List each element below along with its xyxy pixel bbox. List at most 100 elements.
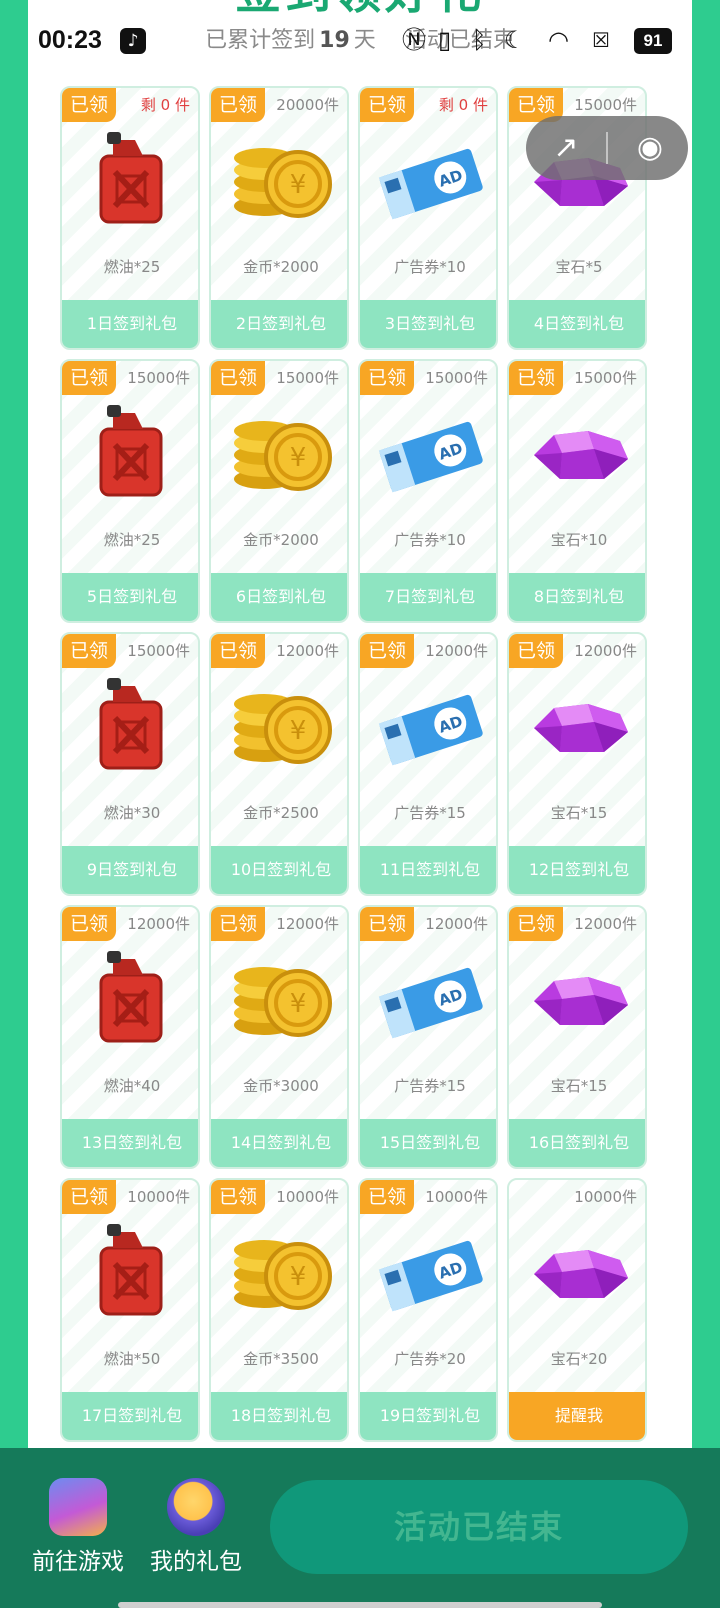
stock-count: 12000件 <box>127 915 190 933</box>
claimed-badge: 已领 <box>62 88 116 122</box>
reward-item-name: 广告券*20 <box>394 1350 466 1368</box>
claimed-badge: 已领 <box>211 634 265 668</box>
daily-gift-label: 2日签到礼包 <box>211 300 347 348</box>
stock-count: 10000件 <box>574 1188 637 1206</box>
stock-count: 剩 0 件 <box>438 96 488 114</box>
claimed-badge: 已领 <box>211 1180 265 1214</box>
ad-ticket-icon: AD <box>378 401 483 501</box>
daily-gift-label: 18日签到礼包 <box>211 1392 347 1440</box>
stock-count: 15000件 <box>574 369 637 387</box>
reward-card[interactable]: 已领 剩 0 件 AD 广告券*10 3日签到礼包 <box>358 86 498 350</box>
daily-gift-label: 16日签到礼包 <box>509 1119 645 1167</box>
share-icon[interactable]: ↗ <box>546 128 586 168</box>
reward-card[interactable]: 10000件 宝石*20 提醒我 <box>507 1178 647 1442</box>
reward-card[interactable]: 已领 12000件 宝石*15 16日签到礼包 <box>507 905 647 1169</box>
daily-gift-label: 17日签到礼包 <box>62 1392 198 1440</box>
svg-text:¥: ¥ <box>290 170 307 200</box>
claimed-badge: 已领 <box>62 634 116 668</box>
reward-card[interactable]: 已领 剩 0 件 燃油*25 1日签到礼包 <box>60 86 200 350</box>
reward-card[interactable]: 已领 10000件 燃油*50 17日签到礼包 <box>60 1178 200 1442</box>
daily-gift-label: 3日签到礼包 <box>360 300 496 348</box>
fuel-can-icon <box>87 128 177 228</box>
daily-gift-label: 11日签到礼包 <box>360 846 496 894</box>
claimed-badge: 已领 <box>509 361 563 395</box>
activity-ended-button[interactable]: 活动已结束 <box>270 1480 688 1574</box>
reward-card[interactable]: 已领 20000件 ¥ 金币*2000 2日签到礼包 <box>209 86 349 350</box>
daily-gift-label: 9日签到礼包 <box>62 846 198 894</box>
claimed-badge: 已领 <box>360 1180 414 1214</box>
stock-count: 12000件 <box>276 915 339 933</box>
gold-coins-icon: ¥ <box>234 401 332 501</box>
reward-item-name: 宝石*15 <box>550 1077 608 1095</box>
reward-card[interactable]: 已领 12000件 ¥ 金币*3000 14日签到礼包 <box>209 905 349 1169</box>
claimed-badge: 已领 <box>360 634 414 668</box>
claimed-badge: 已领 <box>211 907 265 941</box>
mini-program-capsule: ↗ ◉ <box>526 116 688 180</box>
gold-coins-icon: ¥ <box>234 947 332 1047</box>
stock-count: 15000件 <box>574 96 637 114</box>
my-gifts-button[interactable]: 我的礼包 <box>146 1478 246 1576</box>
ad-ticket-icon: AD <box>378 128 483 228</box>
stock-count: 12000件 <box>574 915 637 933</box>
reward-card[interactable]: 已领 12000件 ¥ 金币*2500 10日签到礼包 <box>209 632 349 896</box>
bottom-bar: 前往游戏 我的礼包 活动已结束 <box>0 1448 720 1608</box>
reward-card[interactable]: 已领 15000件 燃油*30 9日签到礼包 <box>60 632 200 896</box>
reward-item-name: 广告券*15 <box>394 804 466 822</box>
status-time: 00:23 <box>38 26 102 54</box>
reward-item-name: 燃油*25 <box>103 531 161 549</box>
reward-card[interactable]: 已领 15000件 AD 广告券*10 7日签到礼包 <box>358 359 498 623</box>
wifi-icon: ◠ <box>548 26 569 54</box>
signin-panel: 签到领好礼 已累计签到19天 活动已结束 已领剩 0 件 燃油*251日签到礼包… <box>28 0 692 1448</box>
stock-count: 12000件 <box>425 642 488 660</box>
moon-icon: ☾ <box>504 26 526 54</box>
daily-gift-label: 15日签到礼包 <box>360 1119 496 1167</box>
stock-count: 15000件 <box>127 642 190 660</box>
daily-gift-label: 5日签到礼包 <box>62 573 198 621</box>
svg-text:¥: ¥ <box>290 1262 307 1292</box>
remind-me-button[interactable]: 提醒我 <box>509 1392 645 1440</box>
reward-item-name: 广告券*15 <box>394 1077 466 1095</box>
reward-item-name: 燃油*30 <box>103 804 161 822</box>
reward-card[interactable]: 已领 12000件 AD 广告券*15 11日签到礼包 <box>358 632 498 896</box>
fuel-can-icon <box>87 401 177 501</box>
reward-card[interactable]: 已领 15000件 ¥ 金币*2000 6日签到礼包 <box>209 359 349 623</box>
stock-count: 20000件 <box>276 96 339 114</box>
daily-gift-label: 6日签到礼包 <box>211 573 347 621</box>
fuel-can-icon <box>87 947 177 1047</box>
vibrate-icon: ▯ <box>438 26 452 54</box>
purple-gem-icon <box>534 1220 628 1320</box>
svg-text:¥: ¥ <box>290 443 307 473</box>
reward-card[interactable]: 已领 10000件 ¥ 金币*3500 18日签到礼包 <box>209 1178 349 1442</box>
bluetooth-icon: ᛒ <box>472 26 487 54</box>
daily-gift-label: 7日签到礼包 <box>360 573 496 621</box>
gold-coins-icon: ¥ <box>234 128 332 228</box>
reward-card[interactable]: 已领 15000件 宝石*10 8日签到礼包 <box>507 359 647 623</box>
reward-item-name: 宝石*15 <box>550 804 608 822</box>
go-game-button[interactable]: 前往游戏 <box>28 1478 128 1576</box>
gold-coins-icon: ¥ <box>234 1220 332 1320</box>
stock-count: 剩 0 件 <box>140 96 190 114</box>
reward-item-name: 燃油*50 <box>103 1350 161 1368</box>
stock-count: 10000件 <box>127 1188 190 1206</box>
svg-text:¥: ¥ <box>290 989 307 1019</box>
stock-count: 15000件 <box>425 369 488 387</box>
daily-gift-label: 8日签到礼包 <box>509 573 645 621</box>
home-indicator <box>118 1602 602 1608</box>
reward-item-name: 宝石*5 <box>555 258 603 276</box>
daily-gift-label: 13日签到礼包 <box>62 1119 198 1167</box>
reward-item-name: 金币*2000 <box>243 258 319 276</box>
reward-card[interactable]: 已领 10000件 AD 广告券*20 19日签到礼包 <box>358 1178 498 1442</box>
reward-item-name: 金币*3000 <box>243 1077 319 1095</box>
reward-item-name: 金币*3500 <box>243 1350 319 1368</box>
close-target-icon[interactable]: ◉ <box>630 128 670 168</box>
reward-card[interactable]: 已领 15000件 燃油*25 5日签到礼包 <box>60 359 200 623</box>
claimed-badge: 已领 <box>360 88 414 122</box>
reward-card[interactable]: 已领 12000件 宝石*15 12日签到礼包 <box>507 632 647 896</box>
stock-count: 10000件 <box>425 1188 488 1206</box>
reward-card[interactable]: 已领 12000件 AD 广告券*15 15日签到礼包 <box>358 905 498 1169</box>
status-bar: 00:23 ♪ Ⓝ ▯ ᛒ ☾ ◠ ☒ 91 <box>0 0 720 80</box>
sim-off-icon: ☒ <box>592 28 610 52</box>
fuel-can-icon <box>87 674 177 774</box>
reward-card[interactable]: 已领 12000件 燃油*40 13日签到礼包 <box>60 905 200 1169</box>
game-avatar-icon <box>49 1478 107 1536</box>
